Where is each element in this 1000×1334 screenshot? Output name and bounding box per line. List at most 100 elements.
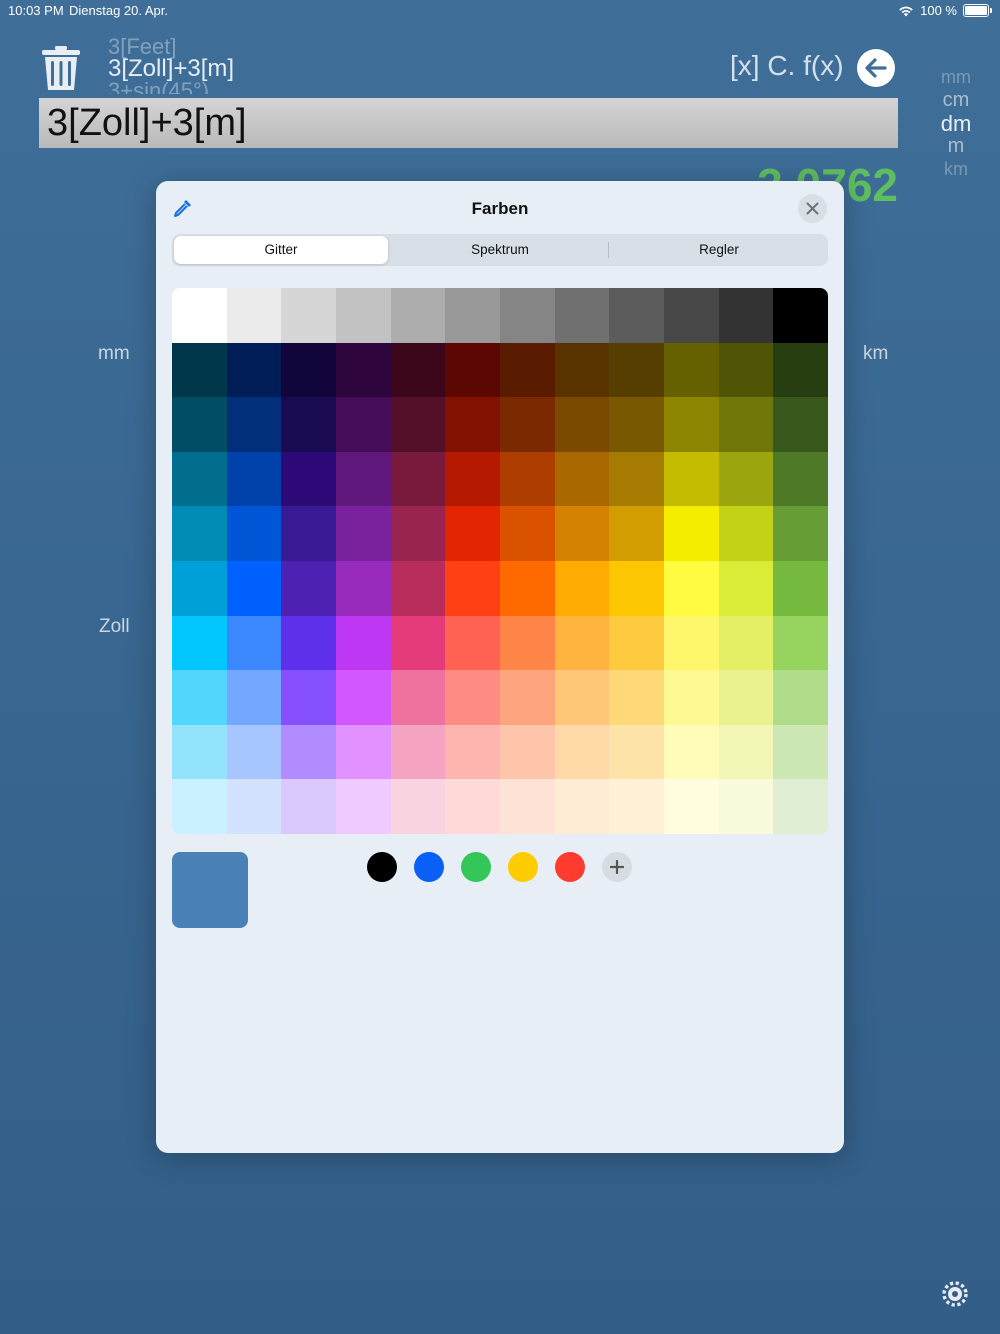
- color-cell[interactable]: [500, 724, 555, 780]
- color-cell[interactable]: [172, 397, 227, 452]
- color-cell[interactable]: [281, 670, 336, 725]
- color-cell[interactable]: [336, 779, 391, 834]
- function-label[interactable]: [x] C. f(x): [730, 50, 844, 82]
- color-cell[interactable]: [664, 779, 719, 834]
- tab-gitter[interactable]: Gitter: [174, 236, 388, 264]
- tab-regler[interactable]: Regler: [612, 236, 826, 264]
- color-cell[interactable]: [445, 397, 500, 452]
- unit-option[interactable]: cm: [920, 89, 992, 112]
- color-cell[interactable]: [718, 615, 774, 671]
- color-cell[interactable]: [445, 560, 500, 616]
- color-cell[interactable]: [718, 397, 774, 452]
- color-cell[interactable]: [336, 560, 391, 616]
- color-cell[interactable]: [609, 779, 664, 834]
- color-cell[interactable]: [445, 506, 500, 561]
- color-cell[interactable]: [609, 342, 664, 398]
- unit-wheel[interactable]: mm cm dm m km: [920, 66, 992, 181]
- color-cell[interactable]: [172, 615, 227, 671]
- color-cell[interactable]: [172, 342, 227, 398]
- color-cell[interactable]: [226, 342, 282, 398]
- color-cell[interactable]: [500, 506, 555, 561]
- color-cell[interactable]: [664, 342, 719, 398]
- color-cell[interactable]: [773, 615, 828, 671]
- color-cell[interactable]: [390, 451, 446, 507]
- color-cell[interactable]: [664, 397, 719, 452]
- unit-option[interactable]: m: [920, 135, 992, 158]
- color-cell[interactable]: [718, 670, 774, 725]
- color-cell[interactable]: [500, 560, 555, 616]
- color-cell[interactable]: [664, 506, 719, 561]
- color-cell[interactable]: [609, 288, 664, 343]
- color-cell[interactable]: [773, 342, 828, 398]
- color-cell[interactable]: [718, 506, 774, 561]
- color-cell[interactable]: [554, 397, 610, 452]
- color-cell[interactable]: [390, 560, 446, 616]
- color-swatch[interactable]: [414, 852, 444, 882]
- color-cell[interactable]: [445, 670, 500, 725]
- color-cell[interactable]: [226, 670, 282, 725]
- color-cell[interactable]: [336, 506, 391, 561]
- color-cell[interactable]: [609, 670, 664, 725]
- expression-input[interactable]: 3[Zoll]+3[m]: [39, 98, 898, 148]
- color-cell[interactable]: [390, 670, 446, 725]
- color-cell[interactable]: [500, 451, 555, 507]
- color-cell[interactable]: [390, 506, 446, 561]
- color-cell[interactable]: [281, 506, 336, 561]
- color-cell[interactable]: [773, 451, 828, 507]
- color-cell[interactable]: [500, 670, 555, 725]
- color-cell[interactable]: [445, 615, 500, 671]
- color-cell[interactable]: [390, 724, 446, 780]
- color-cell[interactable]: [226, 397, 282, 452]
- trash-icon[interactable]: [40, 44, 82, 92]
- color-cell[interactable]: [281, 397, 336, 452]
- color-cell[interactable]: [172, 288, 227, 343]
- color-cell[interactable]: [172, 451, 227, 507]
- color-cell[interactable]: [281, 342, 336, 398]
- color-cell[interactable]: [336, 288, 391, 343]
- gear-icon[interactable]: [942, 1281, 968, 1307]
- color-cell[interactable]: [773, 506, 828, 561]
- color-cell[interactable]: [226, 615, 282, 671]
- color-cell[interactable]: [390, 288, 446, 343]
- color-cell[interactable]: [226, 724, 282, 780]
- color-cell[interactable]: [664, 560, 719, 616]
- color-cell[interactable]: [718, 451, 774, 507]
- color-cell[interactable]: [554, 670, 610, 725]
- color-cell[interactable]: [172, 724, 227, 780]
- color-cell[interactable]: [718, 779, 774, 834]
- color-cell[interactable]: [390, 342, 446, 398]
- color-cell[interactable]: [281, 779, 336, 834]
- color-cell[interactable]: [390, 397, 446, 452]
- color-cell[interactable]: [609, 724, 664, 780]
- history-picker[interactable]: 3[Feet] 3[Zoll]+3[m] 3+sin(45°): [108, 34, 408, 94]
- color-cell[interactable]: [554, 560, 610, 616]
- color-cell[interactable]: [554, 451, 610, 507]
- color-cell[interactable]: [554, 615, 610, 671]
- color-cell[interactable]: [773, 560, 828, 616]
- color-cell[interactable]: [554, 506, 610, 561]
- color-cell[interactable]: [226, 451, 282, 507]
- color-cell[interactable]: [718, 342, 774, 398]
- color-cell[interactable]: [773, 779, 828, 834]
- color-cell[interactable]: [773, 724, 828, 780]
- color-cell[interactable]: [664, 451, 719, 507]
- color-cell[interactable]: [664, 670, 719, 725]
- history-next[interactable]: 3+sin(45°): [108, 78, 209, 94]
- color-cell[interactable]: [773, 670, 828, 725]
- color-cell[interactable]: [281, 724, 336, 780]
- close-button[interactable]: [798, 194, 827, 223]
- color-cell[interactable]: [554, 288, 610, 343]
- color-cell[interactable]: [445, 724, 500, 780]
- color-cell[interactable]: [773, 397, 828, 452]
- color-cell[interactable]: [500, 342, 555, 398]
- color-cell[interactable]: [390, 779, 446, 834]
- color-cell[interactable]: [773, 288, 828, 343]
- color-cell[interactable]: [609, 397, 664, 452]
- color-swatch[interactable]: [461, 852, 491, 882]
- color-cell[interactable]: [281, 451, 336, 507]
- color-cell[interactable]: [664, 724, 719, 780]
- color-cell[interactable]: [500, 397, 555, 452]
- tab-spektrum[interactable]: Spektrum: [393, 236, 607, 264]
- color-cell[interactable]: [718, 288, 774, 343]
- unit-option[interactable]: km: [920, 158, 992, 181]
